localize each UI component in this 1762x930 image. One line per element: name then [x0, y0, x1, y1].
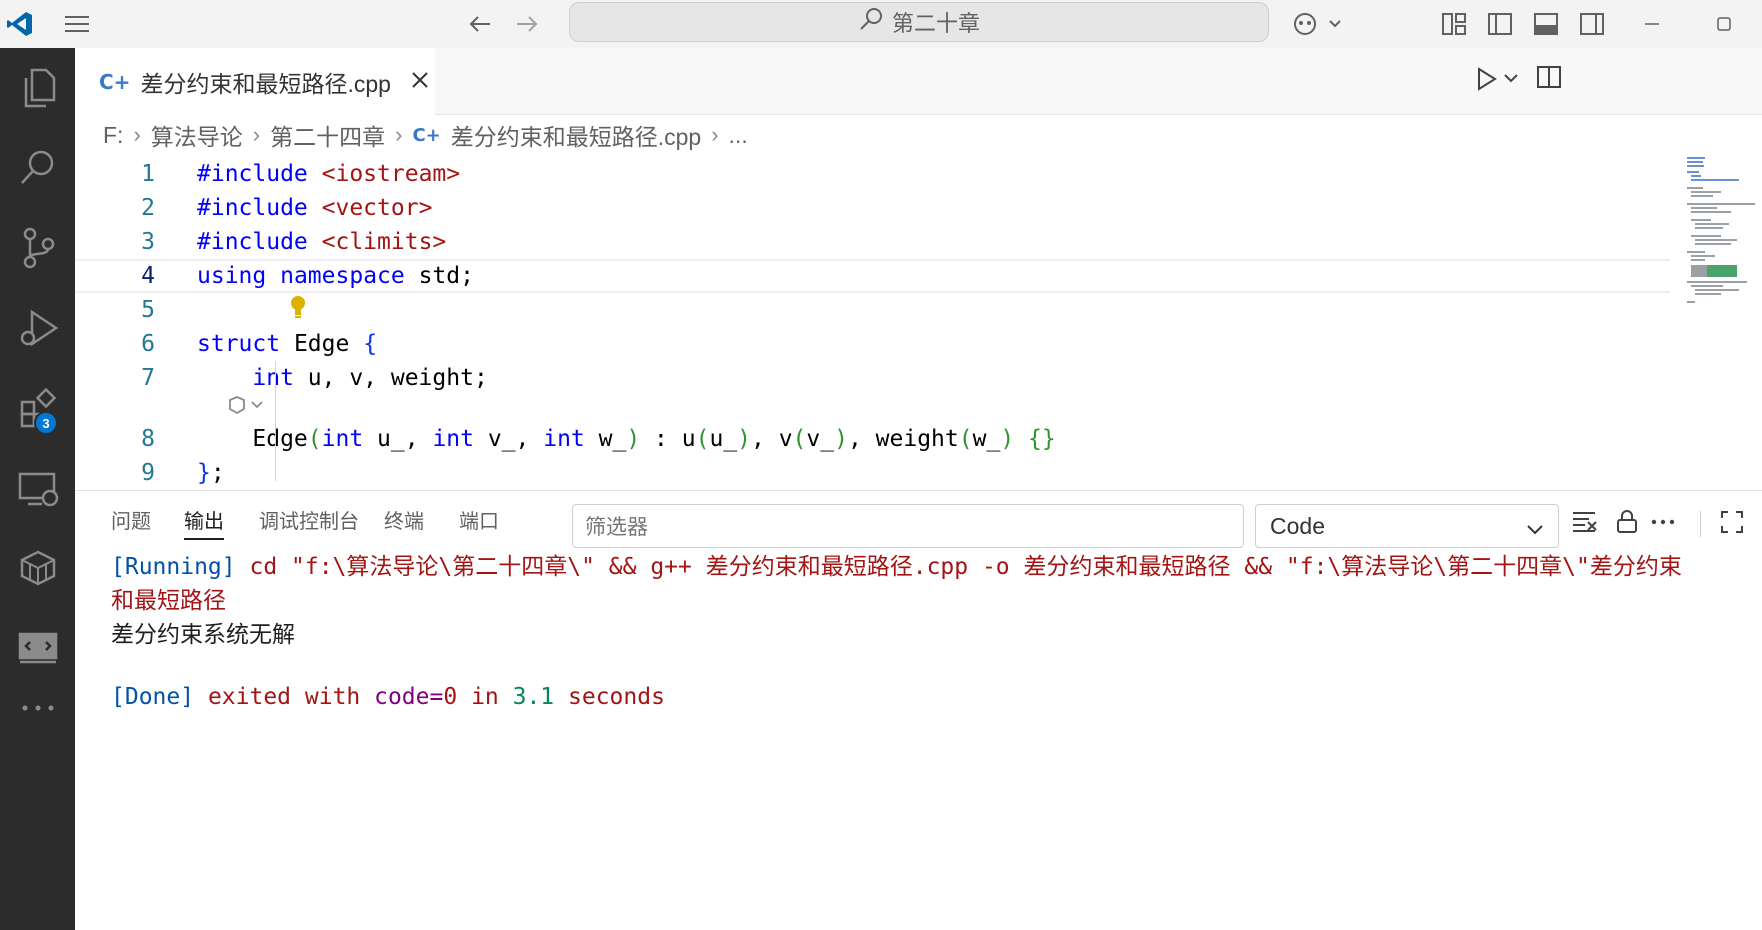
- breadcrumb-drive[interactable]: F:: [103, 122, 123, 149]
- copilot-hint-icon[interactable]: [227, 394, 267, 422]
- code-text: Edge(int u_, int v_, int w_) : u(u_), v(…: [197, 426, 1056, 452]
- line-number: 4: [141, 263, 155, 289]
- code-text: #include <climits>: [197, 229, 447, 255]
- panel-tab-bar: 问题 输出 调试控制台 终端 端口 筛选器 Code: [75, 491, 1762, 548]
- line-number: 8: [141, 426, 155, 452]
- output-content[interactable]: [Running] cd "f:\算法导论\第二十四章\" && g++ 差分约…: [111, 550, 1762, 714]
- tab-filename: 差分约束和最短路径.cpp: [140, 70, 391, 97]
- copilot-icon[interactable]: [1290, 8, 1350, 40]
- indent-guide: [275, 361, 276, 481]
- breadcrumb-file[interactable]: 差分约束和最短路径.cpp: [451, 118, 701, 152]
- output-line-done: [Done] exited with code=0 in 3.1 seconds: [111, 684, 665, 710]
- back-arrow-icon[interactable]: [464, 8, 496, 40]
- activity-bar: 3: [0, 48, 75, 930]
- more-actions-icon[interactable]: [1650, 510, 1676, 539]
- tab-terminal[interactable]: 终端: [384, 505, 424, 534]
- minimize-icon[interactable]: [1636, 8, 1668, 40]
- run-and-debug-icon[interactable]: [0, 288, 75, 368]
- tab-problems[interactable]: 问题: [111, 505, 151, 534]
- breadcrumb-symbols[interactable]: ...: [729, 122, 748, 149]
- chevron-down-icon: [1526, 517, 1544, 544]
- toggle-secondary-sidebar-icon[interactable]: [1576, 8, 1608, 40]
- code-line: 2 #include <vector>: [75, 191, 1675, 225]
- code-text: };: [197, 460, 225, 486]
- code-text: int u, v, weight;: [252, 365, 488, 391]
- extensions-badge: 3: [34, 411, 58, 435]
- vscode-logo-icon: [4, 8, 36, 40]
- code-line: 7 int u, v, weight;: [75, 361, 1675, 395]
- minimap[interactable]: [1685, 155, 1757, 325]
- source-control-icon[interactable]: [0, 208, 75, 288]
- line-number: 9: [141, 460, 155, 486]
- output-channel-value: Code: [1270, 512, 1325, 539]
- run-dropdown-chevron-icon[interactable]: [1503, 70, 1519, 91]
- tab-debug-console[interactable]: 调试控制台: [259, 505, 359, 534]
- cpp-file-icon: C+: [99, 69, 131, 94]
- breadcrumb: F: › 算法导论 › 第二十四章 › C+ 差分约束和最短路径.cpp › .…: [75, 115, 1675, 155]
- chevron-right-icon: ›: [252, 122, 261, 147]
- line-number: 5: [141, 297, 155, 323]
- customize-layout-icon[interactable]: [1438, 8, 1470, 40]
- code-line: 9 };: [75, 456, 1675, 490]
- run-code-icon[interactable]: [1475, 66, 1499, 97]
- code-line: 1 #include <iostream>: [75, 157, 1675, 191]
- panel-divider: [1700, 511, 1701, 537]
- breadcrumb-folder[interactable]: 算法导论: [151, 118, 243, 152]
- editor-tab-active[interactable]: C+ 差分约束和最短路径.cpp: [75, 48, 435, 115]
- command-center-label: 第二十章: [891, 11, 980, 36]
- filter-input[interactable]: 筛选器: [572, 504, 1244, 548]
- explorer-icon[interactable]: [0, 48, 75, 128]
- code-text: #include <iostream>: [197, 161, 461, 187]
- chevron-right-icon: ›: [395, 122, 403, 147]
- code-text: struct Edge {: [197, 331, 378, 357]
- code-editor[interactable]: 1 #include <iostream> 2 #include <vector…: [75, 157, 1675, 487]
- extensions-icon[interactable]: 3: [0, 368, 75, 448]
- output-channel-select[interactable]: Code: [1255, 504, 1559, 548]
- chevron-right-icon: ›: [711, 122, 719, 147]
- lock-icon[interactable]: [1616, 510, 1638, 539]
- maximize-icon[interactable]: [1708, 8, 1740, 40]
- code-line-current: 4 using namespace std;: [75, 259, 1670, 293]
- title-bar: 第二十章: [0, 0, 1762, 48]
- line-number: 6: [141, 331, 155, 357]
- maximize-panel-icon[interactable]: [1720, 510, 1744, 539]
- search-icon: [858, 6, 884, 38]
- clear-output-icon[interactable]: [1571, 510, 1599, 537]
- code-line: 3 #include <climits>: [75, 225, 1675, 259]
- output-line-result: 差分约束系统无解: [111, 622, 295, 648]
- cpp-file-icon: C+: [412, 124, 441, 146]
- code-line: 6 struct Edge {: [75, 327, 1675, 361]
- remote-explorer-icon[interactable]: [0, 448, 75, 528]
- editor-tab-bar: C+ 差分约束和最短路径.cpp: [75, 48, 1762, 115]
- line-number: 7: [141, 365, 155, 391]
- line-number: 3: [141, 229, 155, 255]
- toggle-panel-icon[interactable]: [1530, 8, 1562, 40]
- forward-arrow-icon[interactable]: [511, 8, 543, 40]
- chevron-right-icon: ›: [133, 122, 141, 147]
- package-icon[interactable]: [0, 528, 75, 608]
- menu-icon[interactable]: [61, 8, 93, 40]
- code-line: 5: [75, 293, 1675, 327]
- toggle-primary-sidebar-icon[interactable]: [1484, 8, 1516, 40]
- code-text: #include <vector>: [197, 195, 433, 221]
- more-views-icon[interactable]: [0, 668, 75, 748]
- tab-ports[interactable]: 端口: [459, 505, 499, 534]
- split-editor-icon[interactable]: [1536, 64, 1562, 95]
- line-number: 1: [141, 161, 155, 187]
- command-center-search[interactable]: 第二十章: [569, 2, 1269, 42]
- code-line: 8 Edge(int u_, int v_, int w_) : u(u_), …: [75, 422, 1675, 456]
- search-icon[interactable]: [0, 128, 75, 208]
- output-line-running: [Running] cd "f:\算法导论\第二十四章\" && g++ 差分约…: [111, 554, 1682, 580]
- filter-placeholder: 筛选器: [585, 516, 648, 539]
- breadcrumb-subfolder[interactable]: 第二十四章: [270, 118, 385, 152]
- close-icon[interactable]: [411, 68, 429, 95]
- line-number: 2: [141, 195, 155, 221]
- tab-output[interactable]: 输出: [184, 505, 224, 540]
- output-line-wrap: 和最短路径: [111, 588, 226, 614]
